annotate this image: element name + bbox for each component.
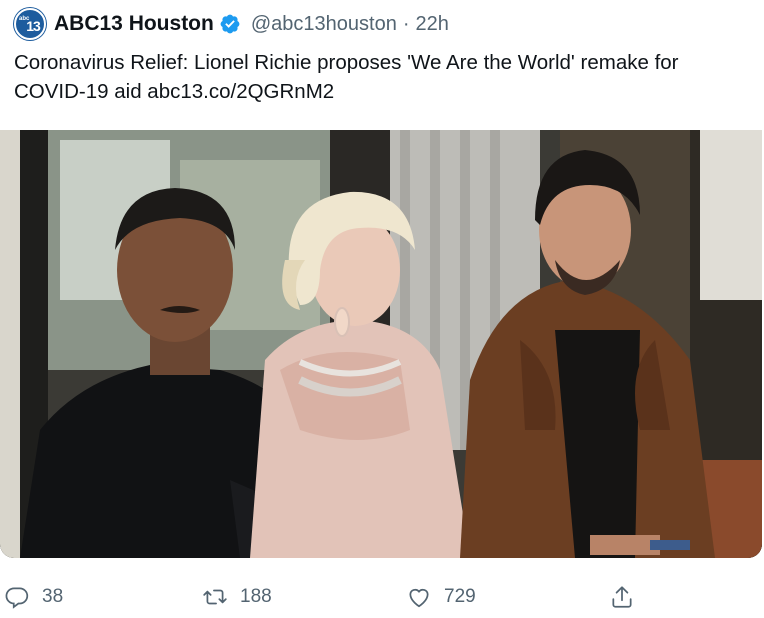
verified-badge-icon xyxy=(220,14,240,34)
share-button[interactable] xyxy=(609,584,635,610)
reply-button[interactable]: 38 xyxy=(4,584,63,610)
tweet-media-photo[interactable] xyxy=(0,130,762,558)
avatar[interactable]: abc 13 xyxy=(14,8,46,40)
tweet-text: Coronavirus Relief: Lionel Richie propos… xyxy=(14,51,679,103)
retweet-button[interactable]: 188 xyxy=(202,584,272,610)
tweet-time[interactable]: 22h xyxy=(415,13,448,36)
reply-count: 38 xyxy=(42,586,64,607)
heart-icon xyxy=(409,588,429,608)
retweet-icon xyxy=(203,589,227,605)
like-button[interactable]: 729 xyxy=(406,584,476,610)
avatar-abc-label: abc xyxy=(19,16,30,22)
like-count: 729 xyxy=(444,586,476,607)
share-icon xyxy=(612,586,632,608)
tweet-actions: 38 188 729 xyxy=(0,578,764,618)
retweet-count: 188 xyxy=(240,586,272,607)
reply-icon xyxy=(5,587,29,609)
tweet-header: abc 13 ABC13 Houston @abc13houston · 22h xyxy=(14,8,449,40)
author-handle[interactable]: @abc13houston xyxy=(251,13,397,36)
separator-dot: · xyxy=(402,12,410,35)
photo-illustration xyxy=(0,130,762,558)
author-name[interactable]: ABC13 Houston xyxy=(54,12,214,36)
